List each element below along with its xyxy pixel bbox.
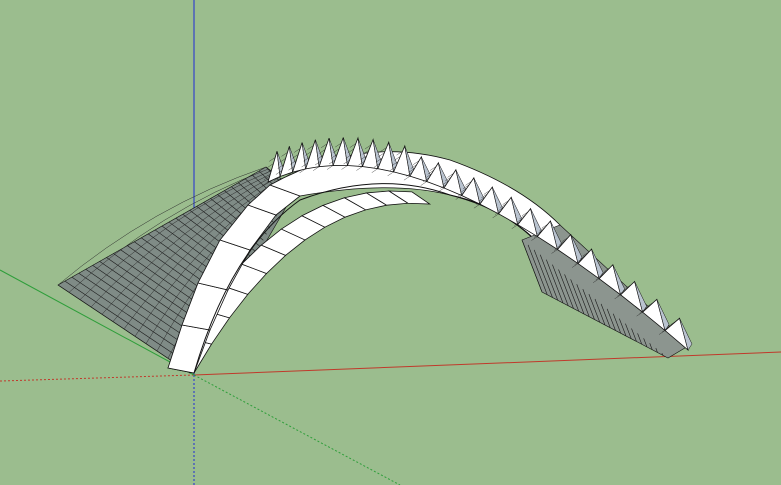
right-wedge-mesh[interactable]: [521, 224, 691, 359]
scene-canvas[interactable]: [0, 0, 781, 485]
arch-model[interactable]: [167, 151, 561, 374]
tooth-hatch: [492, 213, 499, 219]
tooth-hatch: [473, 204, 481, 209]
red-axis-negative: [0, 374, 195, 382]
green-axis-negative: [193, 374, 401, 485]
axes: [0, 0, 781, 485]
red-axis-positive: [193, 351, 781, 376]
3d-viewport[interactable]: [0, 0, 781, 485]
right-wedge-fill: [521, 224, 691, 359]
